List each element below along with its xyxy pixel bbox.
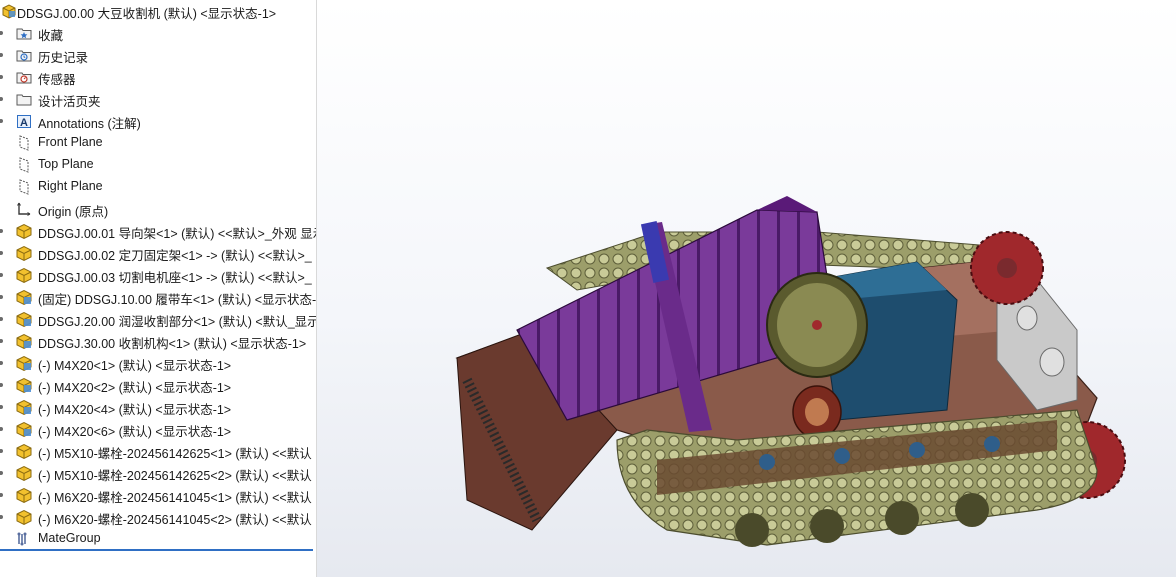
tree-item[interactable]: (-) M4X20<4> (默认) <显示状态-1>	[0, 396, 316, 418]
expand-toggle-icon[interactable]	[0, 251, 3, 255]
design-binder-icon	[16, 94, 32, 106]
tree-item-label: DDSGJ.20.00 润湿收割部分<1> (默认) <默认_显示	[38, 315, 317, 329]
expand-toggle-icon[interactable]	[0, 295, 3, 299]
tree-item[interactable]: (-) M5X10-螺栓-202456142625<2> (默认) <<默认	[0, 462, 316, 484]
harvester-3d-model	[455, 196, 1126, 547]
expand-toggle-icon[interactable]	[0, 75, 3, 79]
tree-item[interactable]: (-) M5X10-螺栓-202456142625<1> (默认) <<默认	[0, 440, 316, 462]
subassembly-icon	[16, 355, 32, 372]
expand-toggle-icon[interactable]	[0, 427, 3, 431]
tree-divider	[0, 549, 313, 551]
subassembly-icon	[16, 421, 32, 438]
tree-item[interactable]: (-) M4X20<1> (默认) <显示状态-1>	[0, 352, 316, 374]
tree-item[interactable]: Front Plane	[0, 132, 316, 154]
tree-item[interactable]: (-) M6X20-螺栓-202456141045<1> (默认) <<默认	[0, 484, 316, 506]
expand-toggle-icon[interactable]	[0, 449, 3, 453]
feature-tree: DDSGJ.00.00 大豆收割机 (默认) <显示状态-1> 收藏历史记录传感…	[0, 0, 317, 577]
part-icon	[16, 267, 32, 284]
expand-toggle-icon[interactable]	[0, 383, 3, 387]
subassembly-icon	[16, 399, 32, 416]
part-icon	[16, 509, 32, 526]
tree-item[interactable]: 历史记录	[0, 44, 316, 66]
tree-item-label: (-) M6X20-螺栓-202456141045<2> (默认) <<默认	[38, 513, 312, 527]
subassembly-icon	[16, 289, 32, 306]
expand-toggle-icon[interactable]	[0, 229, 3, 233]
tree-item-label: (固定) DDSGJ.10.00 履带车<1> (默认) <显示状态-	[38, 293, 317, 307]
tree-item-label: (-) M4X20<4> (默认) <显示状态-1>	[38, 403, 232, 417]
tree-item[interactable]: DDSGJ.30.00 收割机构<1> (默认) <显示状态-1>	[0, 330, 316, 352]
tree-item-label: Annotations (注解)	[38, 117, 141, 131]
svg-text:A: A	[20, 117, 28, 129]
tree-item-label: Origin (原点)	[38, 205, 109, 219]
tree-item[interactable]: (-) M6X20-螺栓-202456141045<2> (默认) <<默认	[0, 506, 316, 528]
mategroup-icon	[17, 532, 27, 546]
tree-item-label: DDSGJ.00.01 导向架<1> (默认) <<默认>_外观 显示	[38, 227, 317, 241]
tree-item-label: Top Plane	[38, 157, 94, 171]
tree-item-label: (-) M4X20<1> (默认) <显示状态-1>	[38, 359, 232, 373]
tree-item-label: (-) M5X10-螺栓-202456142625<1> (默认) <<默认	[38, 447, 312, 461]
tree-item[interactable]: Top Plane	[0, 154, 316, 176]
tree-item[interactable]: (固定) DDSGJ.10.00 履带车<1> (默认) <显示状态-	[0, 286, 316, 308]
sensors-folder-icon	[16, 72, 32, 84]
expand-toggle-icon[interactable]	[0, 405, 3, 409]
expand-toggle-icon[interactable]	[0, 361, 3, 365]
part-icon	[16, 443, 32, 460]
tree-item-label: Right Plane	[38, 179, 103, 193]
tree-item-label: (-) M5X10-螺栓-202456142625<2> (默认) <<默认	[38, 469, 312, 483]
expand-toggle-icon[interactable]	[0, 31, 3, 35]
expand-toggle-icon[interactable]	[0, 339, 3, 343]
expand-toggle-icon[interactable]	[0, 493, 3, 497]
tree-item-label: DDSGJ.30.00 收割机构<1> (默认) <显示状态-1>	[38, 337, 307, 351]
plane-icon	[19, 179, 29, 195]
plane-icon	[19, 157, 29, 173]
tree-item-label: 历史记录	[38, 51, 89, 65]
tree-item[interactable]: Right Plane	[0, 176, 316, 198]
expand-toggle-icon[interactable]	[0, 317, 3, 321]
tree-item[interactable]: DDSGJ.00.02 定刀固定架<1> -> (默认) <<默认>_	[0, 242, 316, 264]
expand-toggle-icon[interactable]	[0, 97, 3, 101]
tree-root-assembly[interactable]: DDSGJ.00.00 大豆收割机 (默认) <显示状态-1>	[0, 0, 316, 22]
expand-toggle-icon[interactable]	[0, 471, 3, 475]
expand-toggle-icon[interactable]	[0, 53, 3, 57]
graphics-viewport[interactable]	[317, 0, 1176, 577]
tree-item-label: 设计活页夹	[38, 95, 101, 109]
tree-item[interactable]: (-) M4X20<6> (默认) <显示状态-1>	[0, 418, 316, 440]
origin-icon	[17, 202, 31, 216]
expand-toggle-icon[interactable]	[0, 515, 3, 519]
annotations-icon: A	[17, 115, 31, 129]
subassembly-icon	[16, 377, 32, 394]
assembly-icon	[2, 4, 16, 19]
tree-item[interactable]: MateGroup	[0, 528, 316, 550]
tree-item-label: MateGroup	[38, 531, 101, 545]
expand-toggle-icon[interactable]	[0, 273, 3, 277]
subassembly-icon	[16, 311, 32, 328]
tree-item[interactable]: DDSGJ.20.00 润湿收割部分<1> (默认) <默认_显示	[0, 308, 316, 330]
expand-toggle-icon[interactable]	[0, 119, 3, 123]
tree-item[interactable]: DDSGJ.00.01 导向架<1> (默认) <<默认>_外观 显示	[0, 220, 316, 242]
tree-item-label: (-) M4X20<2> (默认) <显示状态-1>	[38, 381, 232, 395]
part-icon	[16, 223, 32, 240]
favorites-folder-icon	[16, 28, 32, 40]
tree-item[interactable]: DDSGJ.00.03 切割电机座<1> -> (默认) <<默认>_	[0, 264, 316, 286]
tree-item[interactable]: (-) M4X20<2> (默认) <显示状态-1>	[0, 374, 316, 396]
tree-item[interactable]: 传感器	[0, 66, 316, 88]
tree-item-label: Front Plane	[38, 135, 103, 149]
tree-item[interactable]: 设计活页夹	[0, 88, 316, 110]
tree-root-label: DDSGJ.00.00 大豆收割机 (默认) <显示状态-1>	[17, 7, 277, 21]
tree-item[interactable]: A Annotations (注解)	[0, 110, 316, 132]
tree-item-label: DDSGJ.00.02 定刀固定架<1> -> (默认) <<默认>_	[38, 249, 312, 263]
tree-item-label: 传感器	[38, 73, 76, 87]
plane-icon	[19, 135, 29, 151]
part-icon	[16, 245, 32, 262]
history-folder-icon	[16, 50, 32, 62]
subassembly-icon	[16, 333, 32, 350]
tree-item[interactable]: Origin (原点)	[0, 198, 316, 220]
tree-item[interactable]: 收藏	[0, 22, 316, 44]
tree-item-label: (-) M4X20<6> (默认) <显示状态-1>	[38, 425, 232, 439]
tree-item-label: DDSGJ.00.03 切割电机座<1> -> (默认) <<默认>_	[38, 271, 312, 285]
tree-item-label: (-) M6X20-螺栓-202456141045<1> (默认) <<默认	[38, 491, 312, 505]
part-icon	[16, 487, 32, 504]
tree-item-label: 收藏	[38, 29, 64, 43]
part-icon	[16, 465, 32, 482]
